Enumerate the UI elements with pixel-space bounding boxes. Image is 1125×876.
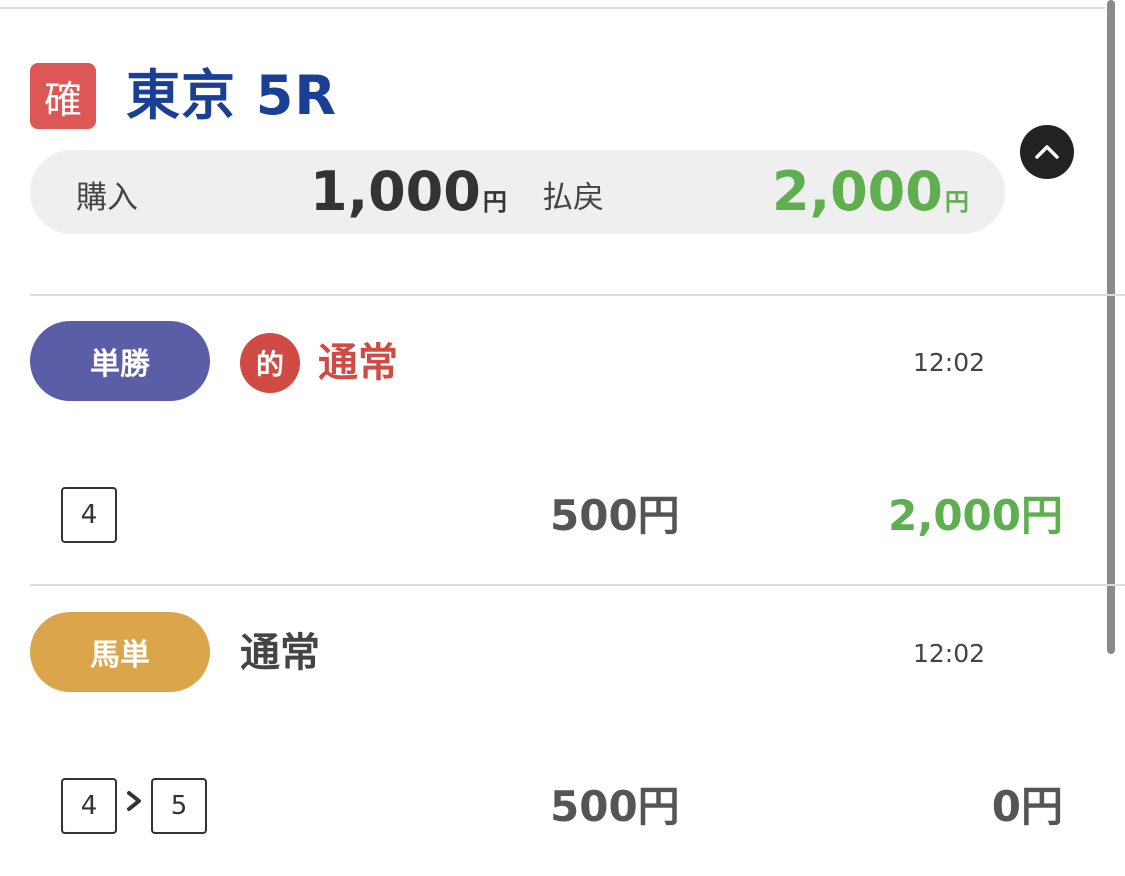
horse-number-box: 4 [61, 487, 117, 543]
hit-icon: 的 [240, 333, 300, 393]
bet-method: 通常 [240, 630, 320, 676]
purchase-amount: 1,000円 [310, 160, 507, 223]
bet-time: 12:02 [913, 348, 986, 377]
race-title: 東京 5R [126, 64, 337, 127]
chevron-right-icon [124, 788, 144, 821]
bet-method: 通常 [318, 340, 398, 386]
scrollbar[interactable] [1107, 0, 1115, 654]
top-divider [0, 7, 1105, 9]
stake-amount: 500円 [550, 782, 680, 831]
summary-bar: 購入 1,000円 払戻 2,000円 [30, 150, 1005, 234]
payout-label: 払戻 [542, 180, 604, 216]
payout-amount: 2,000円 [888, 491, 1063, 540]
bet-divider [30, 584, 1125, 586]
bet-type-badge: 馬単 [30, 612, 210, 692]
bet-type-badge: 単勝 [30, 321, 210, 401]
section-divider [30, 294, 1125, 296]
horse-number-box: 5 [151, 778, 207, 834]
purchase-label: 購入 [76, 180, 138, 216]
payout-amount: 2,000円 [772, 160, 969, 223]
chevron-up-icon [1035, 145, 1059, 159]
payout-amount: 0円 [991, 782, 1063, 831]
stake-amount: 500円 [550, 491, 680, 540]
horse-number-box: 4 [61, 778, 117, 834]
confirmed-badge: 確 [30, 63, 96, 129]
collapse-button[interactable] [1020, 125, 1074, 179]
bet-time: 12:02 [913, 639, 986, 668]
